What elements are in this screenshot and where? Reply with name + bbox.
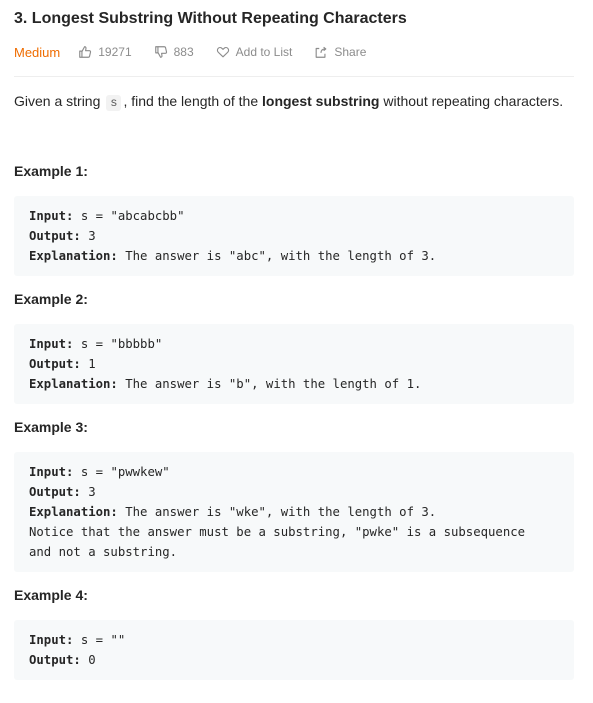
example-code-block: Input: s = "bbbbb" Output: 1 Explanation… xyxy=(14,324,574,404)
problem-description: Given a string s, find the length of the… xyxy=(14,92,574,112)
explanation-label: Explanation: xyxy=(29,249,118,263)
description-text: , find the length of the xyxy=(123,93,259,109)
example-note: and not a substring. xyxy=(29,545,178,559)
heart-icon xyxy=(216,47,229,58)
share-label: Share xyxy=(334,45,367,59)
example-code-block: Input: s = "pwwkew" Output: 3 Explanatio… xyxy=(14,452,574,572)
explanation-label: Explanation: xyxy=(29,505,118,519)
example-explanation: The answer is "abc", with the length of … xyxy=(125,249,437,263)
add-to-list-button[interactable]: Add to List xyxy=(216,45,293,59)
example-output: 3 xyxy=(88,229,96,243)
problem-meta-bar: Medium 19271 883 Add to List Share xyxy=(14,44,388,60)
inline-code: s xyxy=(106,95,122,111)
problem-title: 3. Longest Substring Without Repeating C… xyxy=(14,10,407,27)
like-button[interactable]: 19271 xyxy=(78,45,132,59)
output-label: Output: xyxy=(29,229,81,243)
input-label: Input: xyxy=(29,337,74,351)
example-input: s = "bbbbb" xyxy=(80,337,163,351)
meta-divider xyxy=(14,76,574,77)
example-code-block: Input: s = "abcabcbb" Output: 3 Explanat… xyxy=(14,196,574,276)
example-note: Notice that the answer must be a substri… xyxy=(29,525,526,539)
example-title: Example 4: xyxy=(14,587,88,603)
example-input: s = "" xyxy=(80,633,126,647)
description-bold: longest substring xyxy=(262,93,380,109)
example-code-block: Input: s = "" Output: 0 xyxy=(14,620,574,680)
example-title: Example 1: xyxy=(14,163,88,179)
add-to-list-label: Add to List xyxy=(235,45,293,59)
output-label: Output: xyxy=(29,485,81,499)
like-count: 19271 xyxy=(98,45,132,59)
input-label: Input: xyxy=(29,633,74,647)
example-output: 1 xyxy=(88,357,96,371)
share-icon xyxy=(315,46,327,58)
dislike-button[interactable]: 883 xyxy=(154,45,194,59)
dislike-count: 883 xyxy=(173,45,194,59)
description-text: Given a string xyxy=(14,93,101,109)
example-input: s = "pwwkew" xyxy=(80,465,170,479)
example-title: Example 2: xyxy=(14,291,88,307)
description-text: without repeating characters. xyxy=(383,93,564,109)
example-title: Example 3: xyxy=(14,419,88,435)
example-explanation: The answer is "wke", with the length of … xyxy=(125,505,437,519)
difficulty-badge: Medium xyxy=(14,44,61,60)
input-label: Input: xyxy=(29,209,74,223)
share-button[interactable]: Share xyxy=(314,45,366,59)
thumbs-down-icon xyxy=(154,46,167,58)
thumbs-up-icon xyxy=(79,46,92,58)
output-label: Output: xyxy=(29,653,81,667)
output-label: Output: xyxy=(29,357,81,371)
example-explanation: The answer is "b", with the length of 1. xyxy=(125,377,422,391)
input-label: Input: xyxy=(29,465,74,479)
explanation-label: Explanation: xyxy=(29,377,118,391)
example-input: s = "abcabcbb" xyxy=(80,209,185,223)
example-output: 3 xyxy=(88,485,96,499)
example-output: 0 xyxy=(88,653,96,667)
